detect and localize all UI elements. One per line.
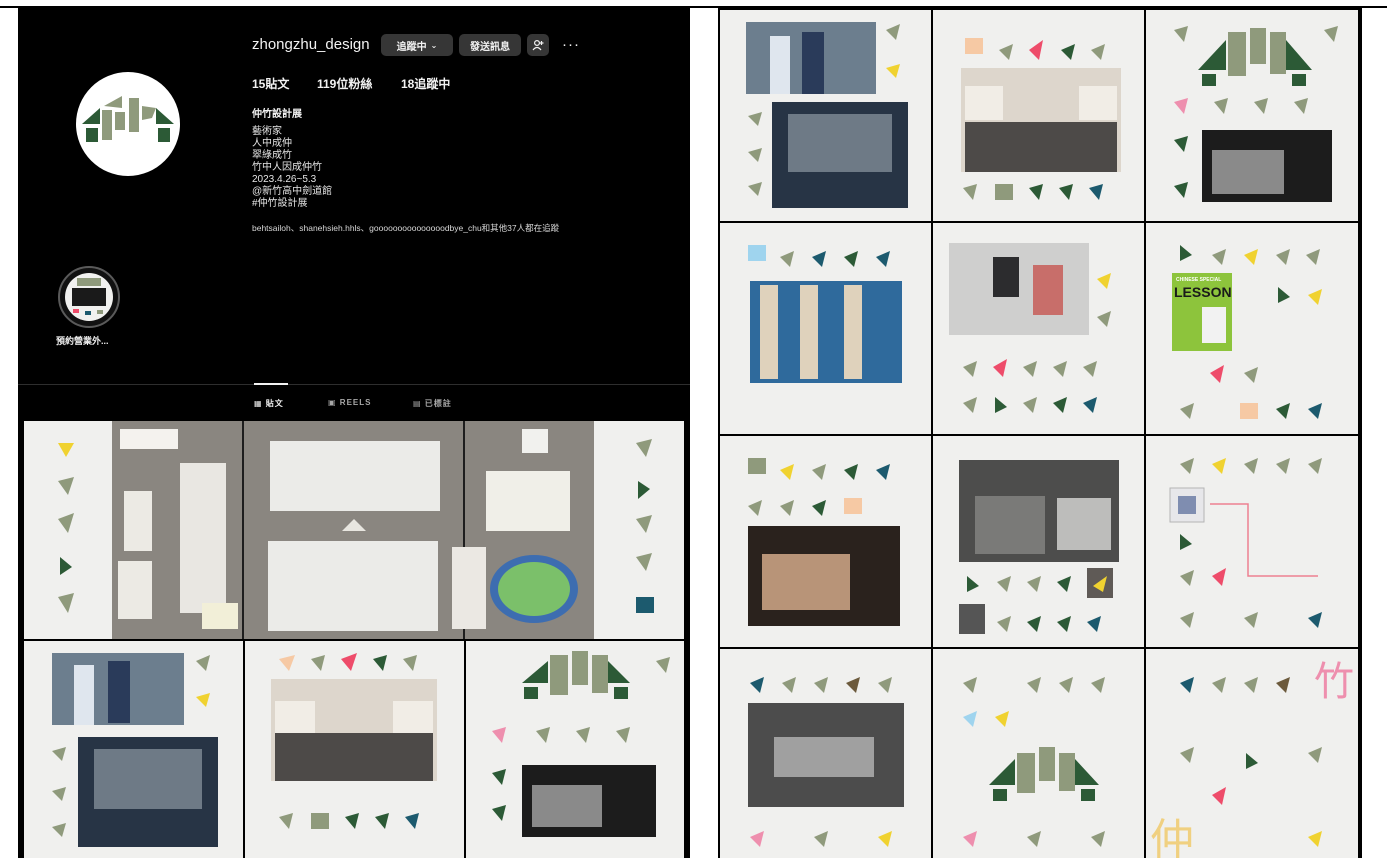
post-logo-aerial[interactable]: [466, 641, 684, 858]
followers-label: 位粉絲: [336, 77, 373, 91]
tab-posts-label: 貼文: [265, 399, 284, 408]
active-tab-indicator: [254, 383, 288, 385]
highlight-logo-icon: [77, 278, 101, 286]
followers-stat[interactable]: 119位粉絲: [317, 75, 372, 92]
zhongzhu-logo-icon: [82, 96, 174, 142]
bio-line: 翠綠成竹: [252, 150, 292, 161]
posts-grid: [24, 421, 684, 858]
post-characters[interactable]: 竹 仲: [1146, 649, 1358, 858]
workshop-photo: [949, 243, 1111, 413]
bio-line: 人中成仲: [252, 138, 292, 149]
highlight-text-block: [72, 288, 106, 306]
blueprint-wall-photo: [748, 245, 902, 383]
bio-line: 竹中人因成仲竹: [252, 162, 322, 173]
posts-count: 15: [252, 77, 266, 91]
school-map-artwork: [58, 421, 654, 639]
followed-by-text[interactable]: behtsailoh、shanehsieh.hhls、goooooooooooo…: [252, 222, 559, 234]
tab-reels-label: REELS: [339, 398, 372, 407]
post-logo-aerial[interactable]: [1146, 10, 1358, 221]
group-photo: [271, 653, 437, 829]
profile-username: zhongzhu_design: [252, 36, 370, 53]
send-message-button[interactable]: 發送訊息: [459, 34, 521, 56]
post-gallery-visit[interactable]: [720, 10, 931, 221]
gallery-visit-photo: [746, 22, 908, 208]
more-options-button[interactable]: ···: [562, 36, 580, 53]
post-lesson-magazine[interactable]: CHINESE SPECIAL LESSON: [1146, 223, 1358, 434]
logo-aerial-artwork: [1174, 26, 1338, 202]
post-tissue-box[interactable]: [720, 436, 931, 647]
tissue-box-photo: [748, 458, 900, 626]
post-logo-pattern[interactable]: [933, 649, 1144, 858]
logo-aerial-artwork: [492, 651, 670, 837]
profile-avatar[interactable]: [76, 72, 180, 176]
post-logo-diagram[interactable]: [1146, 436, 1358, 647]
highlight-thumbnail: [65, 273, 113, 321]
following-label: 追蹤中: [396, 41, 427, 53]
highlight-label: 預約營業外...: [56, 336, 109, 346]
following-stat-label: 追蹤中: [414, 77, 451, 91]
gallery-visit-photo: [52, 653, 218, 847]
post-gallery-visit[interactable]: [24, 641, 243, 858]
tagged-icon: ▤: [413, 399, 422, 408]
model-tiles-photo: [959, 460, 1119, 634]
bamboo-character: 竹: [1314, 659, 1354, 705]
bio-line: 2023.4.26~5.3: [252, 174, 317, 185]
tab-divider: [18, 384, 690, 385]
grid-icon: ▦: [254, 399, 263, 408]
logo-print-photo: [748, 677, 904, 847]
bio-location-link[interactable]: @新竹高中劍道館: [252, 186, 332, 198]
tab-posts[interactable]: ▦ 貼文: [254, 398, 284, 409]
highlight-dot: [85, 311, 91, 315]
profile-panel: zhongzhu_design 追蹤中 ⌄ 發送訊息 ··· 15貼文 119位…: [18, 8, 690, 858]
profile-display-name: 仲竹設計展: [252, 109, 302, 120]
suggested-users-button[interactable]: [527, 34, 549, 56]
post-group-photo[interactable]: [245, 641, 464, 858]
zhong-character: 仲: [1150, 815, 1194, 858]
followers-count: 119: [317, 77, 337, 91]
post-model-tiles[interactable]: [933, 436, 1144, 647]
following-count: 18: [401, 77, 415, 91]
posts-stat[interactable]: 15貼文: [252, 75, 289, 92]
bio-hashtag-link[interactable]: #仲竹設計展: [252, 198, 308, 210]
highlight-dot: [73, 309, 79, 313]
post-group-photo[interactable]: [933, 10, 1144, 221]
add-person-icon: [532, 39, 544, 51]
posts-grid-panel: CHINESE SPECIAL LESSON 竹 仲: [718, 8, 1362, 858]
story-highlight[interactable]: [58, 266, 120, 328]
reels-icon: ▣: [328, 398, 337, 407]
highlight-dot: [97, 310, 103, 314]
following-stat[interactable]: 18追蹤中: [401, 75, 450, 92]
post-workshop[interactable]: [933, 223, 1144, 434]
tab-tagged[interactable]: ▤ 已標註: [413, 398, 452, 409]
magazine-header-text: CHINESE SPECIAL: [1176, 277, 1221, 283]
following-button[interactable]: 追蹤中 ⌄: [381, 34, 453, 56]
post-logo-print[interactable]: [720, 649, 931, 858]
logo-pattern-artwork: [963, 677, 1105, 847]
tab-reels[interactable]: ▣ REELS: [328, 398, 371, 407]
bio-category: 藝術家: [252, 126, 282, 137]
posts-label: 貼文: [265, 77, 290, 91]
characters-artwork: 竹 仲: [1150, 659, 1354, 858]
post-school-map[interactable]: [24, 421, 684, 639]
tab-tagged-label: 已標註: [424, 399, 452, 408]
post-blueprint-wall[interactable]: [720, 223, 931, 434]
group-photo: [961, 38, 1121, 200]
logo-diagram-artwork: [1169, 458, 1322, 628]
magazine-title-text: LESSON: [1174, 284, 1232, 300]
lesson-magazine-artwork: CHINESE SPECIAL LESSON: [1172, 245, 1322, 419]
chevron-down-icon: ⌄: [430, 40, 438, 50]
